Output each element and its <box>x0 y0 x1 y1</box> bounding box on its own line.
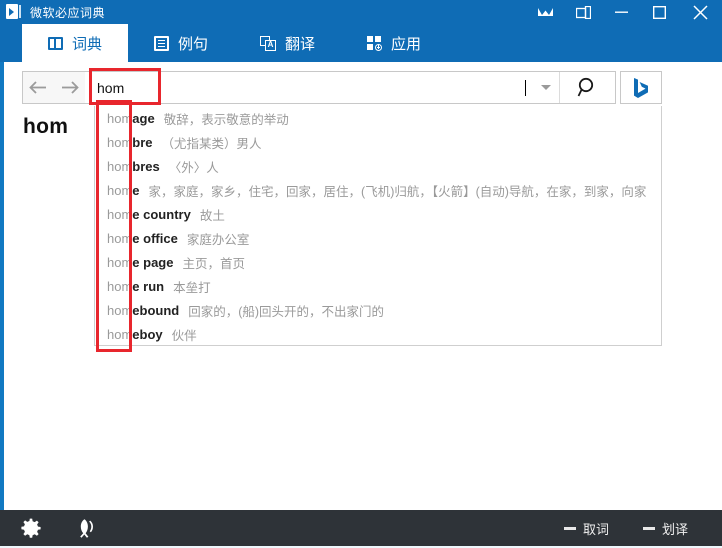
tab-dictionary-label: 词典 <box>72 33 102 54</box>
suggestion-definition: 伙伴 <box>172 325 197 344</box>
suggestion-prefix: hom <box>107 231 132 246</box>
suggestion-prefix: hom <box>107 327 132 342</box>
pen-icon[interactable] <box>72 510 106 546</box>
window-title: 微软必应词典 <box>30 4 105 21</box>
tab-examples-label: 例句 <box>178 33 208 54</box>
forward-icon[interactable] <box>54 72 85 103</box>
suggestion-prefix: hom <box>107 111 132 126</box>
window-left-edge <box>0 62 4 510</box>
suggestion-rest: age <box>132 111 154 126</box>
suggestion-definition: 敬辞，表示敬意的举动 <box>164 109 289 128</box>
search-icon[interactable] <box>560 72 615 103</box>
close-icon[interactable] <box>678 0 722 24</box>
translate-icon-letter: A <box>265 40 276 51</box>
suggestion-prefix: hom <box>107 255 132 270</box>
suggestion-definition: 故土 <box>200 205 225 224</box>
suggestion-definition: 主页，首页 <box>182 253 245 272</box>
toggle-word-capture[interactable]: 取词 <box>564 519 609 538</box>
suggestion-rest: e <box>132 183 139 198</box>
list-item[interactable]: hombre （尤指某类）男人 <box>95 130 661 154</box>
search-box[interactable] <box>22 71 616 104</box>
bottom-bar: 取词 划译 <box>0 510 722 546</box>
headword: hom <box>23 115 68 139</box>
suggestion-rest: ebound <box>132 303 179 318</box>
list-item[interactable]: homage 敬辞，表示敬意的举动 <box>95 106 661 130</box>
search-row <box>22 71 662 104</box>
suggestion-definition: 家，家庭，家乡，住宅，回家，居住，(飞机)归航，【火箭】(自动)导航，在家，到家… <box>149 181 647 200</box>
list-item[interactable]: home office 家庭办公室 <box>95 226 661 250</box>
suggestion-rest: e run <box>132 279 164 294</box>
tab-dictionary[interactable]: 词典 <box>22 24 128 62</box>
window-controls <box>526 0 722 24</box>
title-bar: 微软必应词典 <box>0 0 722 24</box>
toggle-swipe-translate[interactable]: 划译 <box>643 519 688 538</box>
book-icon <box>48 36 63 51</box>
suggestion-rest: eboy <box>132 327 162 342</box>
list-item[interactable]: home country 故土 <box>95 202 661 226</box>
back-icon[interactable] <box>23 72 54 103</box>
suggestion-rest: bres <box>132 159 159 174</box>
restore-window-icon[interactable] <box>564 0 602 24</box>
search-input[interactable] <box>85 72 530 103</box>
suggestion-prefix: hom <box>107 279 132 294</box>
list-item[interactable]: hombres 〈外〉人 <box>95 154 661 178</box>
suggestion-rest: e country <box>132 207 191 222</box>
suggestion-definition: 本垒打 <box>173 277 211 296</box>
apps-icon <box>367 36 382 51</box>
suggestion-prefix: hom <box>107 135 132 150</box>
tab-bar: 词典 例句 A 翻译 应用 <box>0 24 722 62</box>
suggestion-rest: bre <box>132 135 152 150</box>
minimize-icon[interactable] <box>602 0 640 24</box>
maximize-icon[interactable] <box>640 0 678 24</box>
gear-icon[interactable] <box>14 510 48 546</box>
suggestion-definition: 〈外〉人 <box>169 157 219 176</box>
toggle-indicator-icon <box>564 527 576 530</box>
list-item[interactable]: home run 本垒打 <box>95 274 661 298</box>
list-item[interactable]: homeboy 伙伴 <box>95 322 661 346</box>
list-item[interactable]: home 家，家庭，家乡，住宅，回家，居住，(飞机)归航，【火箭】(自动)导航，… <box>95 178 661 202</box>
chevron-down-icon[interactable] <box>532 72 560 103</box>
feedback-icon[interactable] <box>526 0 564 24</box>
bing-dictionary-icon <box>6 4 22 20</box>
bing-logo-icon[interactable] <box>620 71 662 104</box>
tab-translate-label: 翻译 <box>285 33 315 54</box>
suggestion-dropdown[interactable]: homage 敬辞，表示敬意的举动 hombre （尤指某类）男人 hombre… <box>94 106 662 346</box>
translate-icon: A <box>260 36 276 51</box>
toggle-swipe-translate-label: 划译 <box>662 519 688 538</box>
suggestion-rest: e page <box>132 255 173 270</box>
suggestion-definition: 家庭办公室 <box>187 229 250 248</box>
suggestion-definition: 回家的，(船)回头开的，不出家门的 <box>188 301 384 320</box>
list-item[interactable]: homebound 回家的，(船)回头开的，不出家门的 <box>95 298 661 322</box>
lines-icon <box>154 36 169 51</box>
suggestion-prefix: hom <box>107 303 132 318</box>
tab-apps-label: 应用 <box>391 33 421 54</box>
suggestion-rest: e office <box>132 231 178 246</box>
suggestion-prefix: hom <box>107 207 132 222</box>
list-item[interactable]: home page 主页，首页 <box>95 250 661 274</box>
tab-examples[interactable]: 例句 <box>128 24 234 62</box>
toggle-indicator-icon <box>643 527 655 530</box>
bing-dictionary-window: 微软必应词典 <box>0 0 722 548</box>
suggestion-prefix: hom <box>107 183 132 198</box>
suggestion-prefix: hom <box>107 159 132 174</box>
tab-apps[interactable]: 应用 <box>341 24 447 62</box>
toggle-word-capture-label: 取词 <box>583 519 609 538</box>
suggestion-definition: （尤指某类）男人 <box>162 133 262 152</box>
text-caret <box>525 80 526 96</box>
tab-translate[interactable]: A 翻译 <box>234 24 341 62</box>
